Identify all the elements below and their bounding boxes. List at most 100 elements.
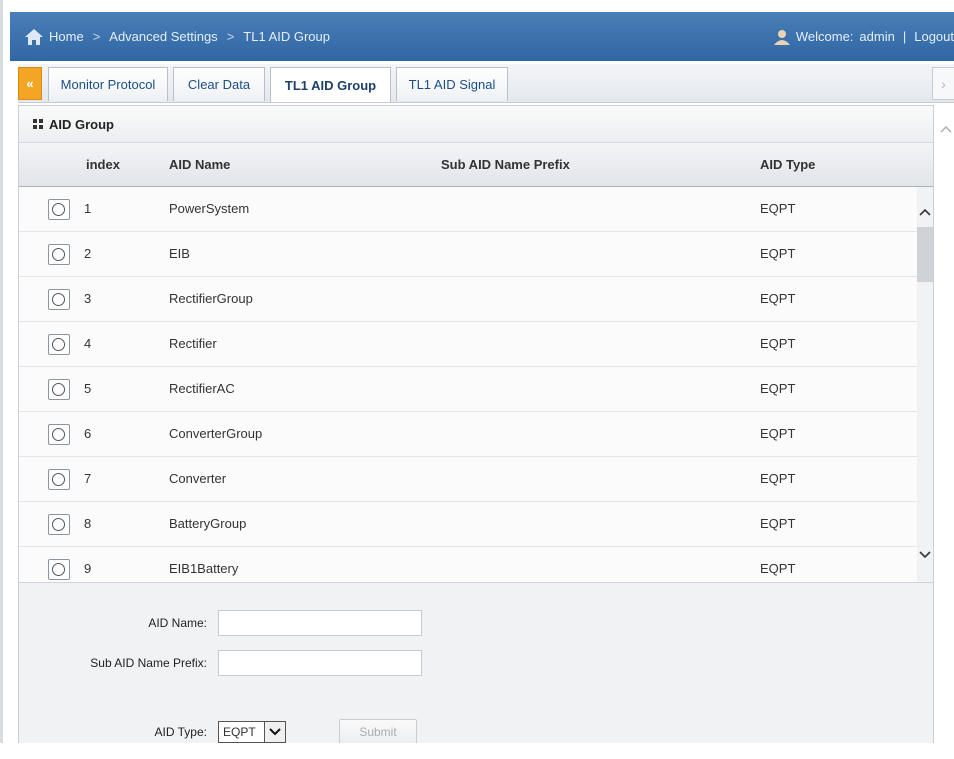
column-header-index[interactable]: index: [86, 157, 120, 172]
row-select-radio[interactable]: [48, 559, 70, 580]
chevron-right-icon: ›: [941, 75, 946, 92]
row-select-radio[interactable]: [48, 199, 70, 220]
left-border: [0, 0, 3, 759]
radio-circle-icon: [52, 473, 65, 486]
row-aid-name: PowerSystem: [169, 201, 250, 216]
row-select-radio[interactable]: [48, 244, 70, 265]
breadcrumb-separator: >: [92, 29, 101, 44]
row-index: 4: [84, 336, 92, 351]
sub-aid-name-prefix-input[interactable]: [218, 650, 422, 676]
tab-bar: « Monitor Protocol Clear Data TL1 AID Gr…: [18, 64, 954, 103]
radio-circle-icon: [52, 338, 65, 351]
row-aid-type: EQPT: [760, 426, 796, 441]
table-row[interactable]: 9 EIB1Battery EQPT: [19, 547, 917, 582]
row-index: 9: [84, 561, 92, 576]
aid-name-input[interactable]: [218, 610, 422, 636]
scroll-up-icon[interactable]: [940, 125, 952, 133]
table-row[interactable]: 2 EIB EQPT: [19, 232, 917, 277]
panel-title: AID Group: [49, 116, 114, 132]
row-aid-type: EQPT: [760, 291, 796, 306]
row-select-radio[interactable]: [48, 469, 70, 490]
aid-group-panel: AID Group index AID Name Sub AID Name Pr…: [18, 105, 934, 744]
breadcrumb-home[interactable]: Home: [49, 29, 84, 44]
logout-link[interactable]: Logout: [914, 29, 954, 44]
collapse-sidebar-button[interactable]: «: [18, 67, 42, 100]
aid-name-label: AID Name:: [148, 616, 207, 630]
tab-tl1-aid-signal[interactable]: TL1 AID Signal: [396, 67, 508, 101]
user-divider: |: [902, 29, 907, 44]
welcome-label: Welcome:: [795, 29, 854, 44]
breadcrumb-advanced-settings[interactable]: Advanced Settings: [109, 29, 217, 44]
row-select-radio[interactable]: [48, 334, 70, 355]
table-row[interactable]: 4 Rectifier EQPT: [19, 322, 917, 367]
row-index: 3: [84, 291, 92, 306]
row-select-radio[interactable]: [48, 424, 70, 445]
row-aid-name: Converter: [169, 471, 227, 486]
row-aid-type: EQPT: [760, 471, 796, 486]
table-scrollbar[interactable]: [917, 187, 933, 582]
panel-header: AID Group: [19, 106, 933, 143]
row-aid-name: EIB: [169, 246, 190, 261]
tab-monitor-protocol[interactable]: Monitor Protocol: [48, 67, 168, 101]
row-select-radio[interactable]: [48, 514, 70, 535]
username: admin: [859, 29, 895, 44]
table-row[interactable]: 5 RectifierAC EQPT: [19, 367, 917, 412]
row-index: 5: [84, 381, 92, 396]
table-row[interactable]: 3 RectifierGroup EQPT: [19, 277, 917, 322]
radio-circle-icon: [52, 203, 65, 216]
row-aid-name: ConverterGroup: [169, 426, 263, 441]
tab-clear-data[interactable]: Clear Data: [173, 67, 265, 101]
row-aid-name: EIB1Battery: [169, 561, 239, 576]
radio-circle-icon: [52, 293, 65, 306]
table-body: 1 PowerSystem EQPT 2 EIB EQPT 3 Rectifie…: [19, 187, 917, 582]
table-row[interactable]: 7 Converter EQPT: [19, 457, 917, 502]
row-aid-type: EQPT: [760, 336, 796, 351]
row-aid-type: EQPT: [760, 201, 796, 216]
row-index: 1: [84, 201, 92, 216]
breadcrumb-separator: >: [226, 29, 235, 44]
radio-circle-icon: [52, 518, 65, 531]
tab-tl1-aid-group[interactable]: TL1 AID Group: [270, 67, 391, 102]
top-navigation-bar: Home > Advanced Settings > TL1 AID Group…: [10, 12, 954, 61]
scrollbar-thumb[interactable]: [917, 227, 933, 282]
row-aid-name: RectifierAC: [169, 381, 235, 396]
row-index: 8: [84, 516, 92, 531]
row-select-radio[interactable]: [48, 379, 70, 400]
column-header-sub-aid-name-prefix[interactable]: Sub AID Name Prefix: [441, 157, 570, 172]
row-aid-type: EQPT: [760, 381, 796, 396]
scroll-down-icon[interactable]: [918, 550, 932, 560]
column-header-aid-type[interactable]: AID Type: [760, 157, 815, 172]
radio-circle-icon: [52, 383, 65, 396]
page-scrollbar[interactable]: [936, 105, 954, 745]
row-index: 7: [84, 471, 92, 486]
row-aid-type: EQPT: [760, 516, 796, 531]
row-select-radio[interactable]: [48, 289, 70, 310]
radio-circle-icon: [52, 248, 65, 261]
radio-circle-icon: [52, 563, 65, 576]
home-icon[interactable]: [23, 26, 45, 48]
row-aid-name: RectifierGroup: [169, 291, 253, 306]
column-header-aid-name[interactable]: AID Name: [169, 157, 230, 172]
user-area: Welcome: admin | Logout: [773, 12, 954, 61]
sub-aid-name-prefix-label: Sub AID Name Prefix:: [90, 656, 207, 670]
submit-button[interactable]: Submit: [339, 719, 417, 744]
row-aid-type: EQPT: [760, 561, 796, 576]
table-row[interactable]: 1 PowerSystem EQPT: [19, 187, 917, 232]
double-chevron-left-icon: «: [26, 76, 34, 91]
chevron-down-icon[interactable]: [264, 722, 285, 742]
row-aid-type: EQPT: [760, 246, 796, 261]
row-index: 2: [84, 246, 92, 261]
aid-group-form: AID Name: Sub AID Name Prefix: AID Type:…: [19, 582, 933, 744]
aid-type-selected-value: EQPT: [223, 725, 256, 739]
aid-type-select[interactable]: EQPT: [218, 721, 286, 743]
scroll-tabs-right-button[interactable]: ›: [932, 67, 954, 100]
grid-icon: [33, 119, 43, 129]
breadcrumb-current-page: TL1 AID Group: [243, 29, 330, 44]
aid-type-label: AID Type:: [154, 725, 207, 739]
scroll-up-icon[interactable]: [918, 207, 932, 217]
row-aid-name: BatteryGroup: [169, 516, 247, 531]
radio-circle-icon: [52, 428, 65, 441]
table-row[interactable]: 6 ConverterGroup EQPT: [19, 412, 917, 457]
page-bottom: [0, 743, 954, 759]
table-row[interactable]: 8 BatteryGroup EQPT: [19, 502, 917, 547]
